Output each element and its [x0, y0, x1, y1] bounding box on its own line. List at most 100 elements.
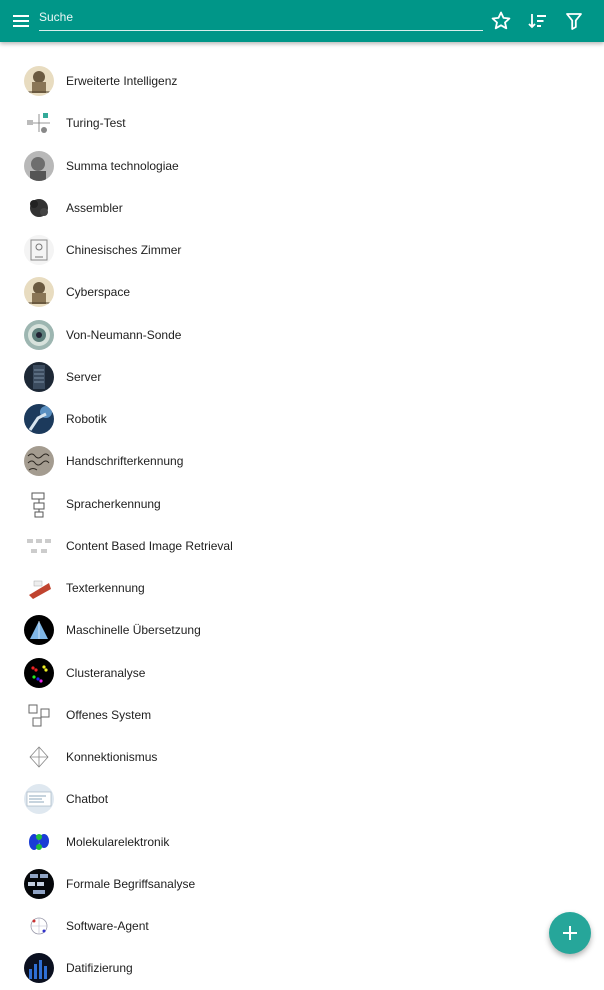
item-label: Formale Begriffsanalyse [66, 876, 196, 891]
item-label: Content Based Image Retrieval [66, 538, 233, 553]
menu-button[interactable] [10, 9, 34, 33]
boxes-thumbnail [24, 699, 54, 730]
list-item[interactable]: Molekularelektronik [0, 821, 604, 863]
article-list: Erweiterte Intelligenz Turing-Test Summa… [0, 60, 604, 990]
item-label: Software-Agent [66, 919, 149, 933]
sort-icon [528, 14, 546, 29]
item-label: Spracherkennung [66, 496, 161, 511]
thumbnail [24, 319, 54, 350]
rack-thumbnail [24, 361, 54, 392]
item-label: Erweiterte Intelligenz [66, 74, 178, 88]
item-label: Clusteranalyse [66, 665, 146, 680]
engraving-thumbnail [24, 66, 54, 96]
thumbnail [24, 446, 54, 477]
item-label: Molekularelektronik [66, 834, 170, 849]
list-item[interactable]: Robotik [0, 398, 604, 440]
list-item[interactable]: Konnektionismus [0, 736, 604, 778]
item-label: Von-Neumann-Sonde [66, 327, 182, 342]
dark-chart-thumbnail [24, 953, 54, 984]
thumbnail [24, 911, 54, 941]
agent-diagram-thumbnail [24, 911, 54, 941]
thumbnail [24, 742, 54, 772]
list-item[interactable]: Clusteranalyse [0, 652, 604, 694]
search-field [39, 6, 483, 31]
search-input[interactable] [39, 6, 483, 28]
thumbnail [24, 277, 54, 308]
list-item[interactable]: Summa technologiae [0, 145, 604, 187]
item-label: Summa technologiae [66, 158, 179, 173]
item-label: Chatbot [66, 792, 109, 807]
item-label: Cyberspace [66, 285, 131, 300]
thumbnail [24, 488, 54, 519]
thumbnail [24, 784, 54, 815]
list-item[interactable]: Texterkennung [0, 567, 604, 609]
list-item[interactable]: Chinesisches Zimmer [0, 229, 604, 271]
sort-button[interactable] [525, 9, 549, 33]
thumbnail [24, 235, 54, 265]
diagram-thumbnail [24, 108, 54, 139]
item-label: Assembler [66, 200, 123, 215]
thumbnail [24, 108, 54, 139]
list-item[interactable]: Erweiterte Intelligenz [0, 60, 604, 102]
star-outline-icon [491, 11, 511, 30]
thumbnail [24, 66, 54, 96]
engraving-thumbnail [24, 277, 54, 308]
plus-icon [563, 926, 577, 940]
block-diagram-thumbnail [24, 530, 54, 561]
list-item[interactable]: Content Based Image Retrieval [0, 525, 604, 567]
thumbnail [24, 953, 54, 984]
list-item[interactable]: Offenes System [0, 694, 604, 736]
app-bar [0, 0, 604, 42]
handwriting-thumbnail [24, 446, 54, 477]
thumbnail [24, 573, 54, 603]
portrait-thumbnail [24, 150, 54, 181]
chip-thumbnail [24, 192, 54, 223]
sketch-thumbnail [24, 235, 54, 265]
list-item[interactable]: Datifizierung [0, 947, 604, 989]
thumbnail [24, 826, 54, 857]
pyramid-thumbnail [24, 615, 54, 646]
item-label: Server [66, 369, 102, 384]
list-item[interactable]: Formale Begriffsanalyse [0, 863, 604, 905]
thumbnail [24, 192, 54, 223]
filter-button[interactable] [562, 9, 586, 33]
scanner-thumbnail [24, 573, 54, 603]
list-item[interactable]: Assembler [0, 187, 604, 229]
list-item[interactable]: Turing-Test [0, 102, 604, 144]
thumbnail [24, 530, 54, 561]
item-label: Handschrifterkennung [66, 454, 184, 469]
list-item[interactable]: Maschinelle Übersetzung [0, 609, 604, 651]
molecule-thumbnail [24, 826, 54, 857]
thumbnail [24, 150, 54, 181]
item-label: Robotik [66, 412, 107, 426]
probe-thumbnail [24, 319, 54, 350]
robot-arm-thumbnail [24, 404, 54, 434]
screenshot-thumbnail [24, 784, 54, 815]
item-label: Offenes System [66, 707, 152, 722]
item-label: Texterkennung [66, 581, 145, 595]
network-thumbnail [24, 742, 54, 772]
thumbnail [24, 699, 54, 730]
item-label: Konnektionismus [66, 750, 158, 764]
filter-icon [566, 13, 582, 30]
item-label: Chinesisches Zimmer [66, 243, 182, 257]
favorites-button[interactable] [489, 9, 513, 33]
list-item[interactable]: Chatbot [0, 778, 604, 820]
item-label: Maschinelle Übersetzung [66, 623, 201, 638]
thumbnail [24, 361, 54, 392]
list-item[interactable]: Handschrifterkennung [0, 440, 604, 482]
list-item[interactable]: Von-Neumann-Sonde [0, 314, 604, 356]
add-button[interactable] [549, 912, 591, 954]
thumbnail [24, 657, 54, 688]
list-item[interactable]: Software-Agent [0, 905, 604, 947]
item-label: Turing-Test [66, 116, 126, 131]
lattice-thumbnail [24, 868, 54, 899]
thumbnail [24, 868, 54, 899]
thumbnail [24, 615, 54, 646]
list-item[interactable]: Server [0, 356, 604, 398]
list-item[interactable]: Cyberspace [0, 271, 604, 313]
flowchart-thumbnail [24, 488, 54, 519]
menu-icon [13, 15, 29, 27]
list-item[interactable]: Spracherkennung [0, 483, 604, 525]
clusters-thumbnail [24, 657, 54, 688]
